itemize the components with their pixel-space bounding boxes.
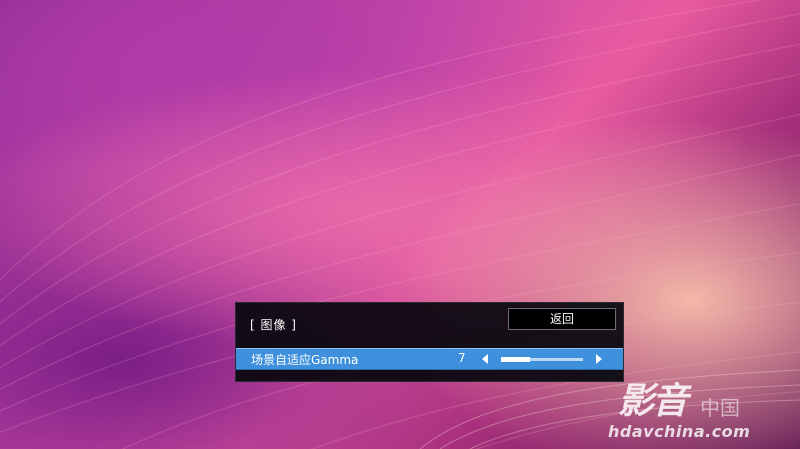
setting-row-gamma[interactable]: 场景自适应Gamma 7 [236,348,623,370]
setting-value: 7 [458,351,466,365]
back-button[interactable]: 返回 [508,308,616,330]
watermark-logo: 影音 中国 hdavchina.com [608,372,788,446]
decrease-arrow-icon[interactable] [482,354,488,364]
slider-fill [501,357,530,362]
setting-slider[interactable] [501,357,583,362]
setting-label: 场景自适应Gamma [251,353,359,367]
osd-menu: [ 图像 ] 返回 场景自适应Gamma 7 [235,302,624,382]
osd-title: [ 图像 ] [250,318,297,332]
watermark-brand: 影音 [618,381,688,422]
increase-arrow-icon[interactable] [596,354,602,364]
watermark-brand-suffix: 中国 [700,396,740,420]
watermark-url: hdavchina.com [608,422,751,441]
